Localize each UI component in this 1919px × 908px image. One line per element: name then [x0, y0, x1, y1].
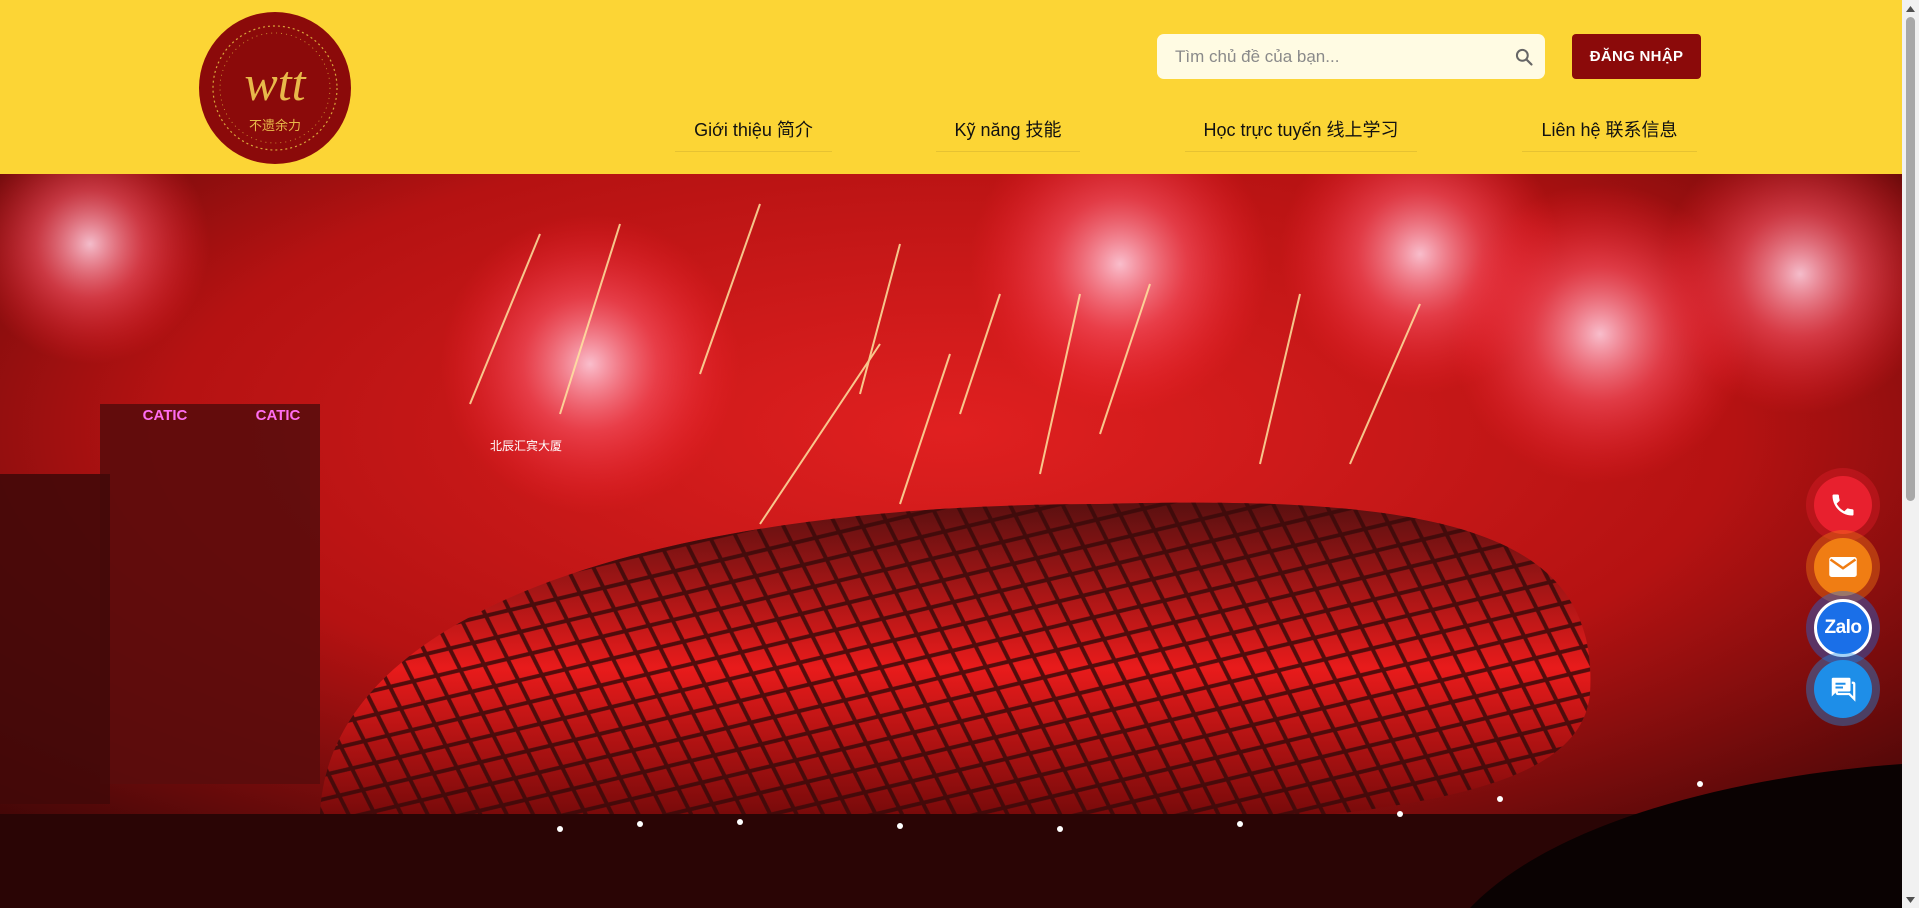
search-box	[1157, 34, 1545, 79]
scroll-up-arrow-icon[interactable]	[1902, 0, 1919, 17]
chat-icon	[1831, 677, 1856, 702]
hero-fireworks-image: CATIC CATIC 北辰汇宾大厦	[0, 174, 1902, 908]
zalo-icon: Zalo	[1824, 617, 1862, 638]
nav-item-introduction[interactable]: Giới thiệu 简介	[675, 108, 832, 152]
site-logo[interactable]: wtt 不遗余力	[199, 12, 351, 164]
search-button[interactable]	[1511, 44, 1537, 70]
logo-icon: wtt 不遗余力	[212, 25, 338, 151]
login-button[interactable]: ĐĂNG NHẬP	[1572, 34, 1701, 79]
phone-icon	[1832, 494, 1854, 516]
sign-catic-1: CATIC	[143, 407, 188, 424]
vertical-scrollbar[interactable]	[1902, 0, 1919, 908]
chat-button[interactable]	[1806, 652, 1880, 726]
sign-catic-2: CATIC	[256, 407, 301, 424]
nav-item-online-learning[interactable]: Học trực tuyến 线上学习	[1185, 108, 1417, 152]
nav-item-skills[interactable]: Kỹ năng 技能	[936, 108, 1080, 152]
hero-banner: CATIC CATIC 北辰汇宾大厦	[0, 174, 1902, 908]
svg-text:wtt: wtt	[244, 55, 306, 111]
nav-item-contact[interactable]: Liên hệ 联系信息	[1522, 108, 1697, 152]
scroll-down-arrow-icon[interactable]	[1902, 891, 1919, 908]
sign-north-star: 北辰汇宾大厦	[490, 438, 562, 453]
search-input[interactable]	[1157, 34, 1497, 79]
scrollbar-thumb[interactable]	[1906, 17, 1915, 501]
svg-text:不遗余力: 不遗余力	[249, 118, 301, 134]
site-header: wtt 不遗余力 ĐĂNG NHẬP Giới thiệu 简介 Kỹ năng…	[0, 0, 1902, 174]
mail-icon	[1829, 557, 1857, 577]
search-icon	[1515, 48, 1533, 66]
